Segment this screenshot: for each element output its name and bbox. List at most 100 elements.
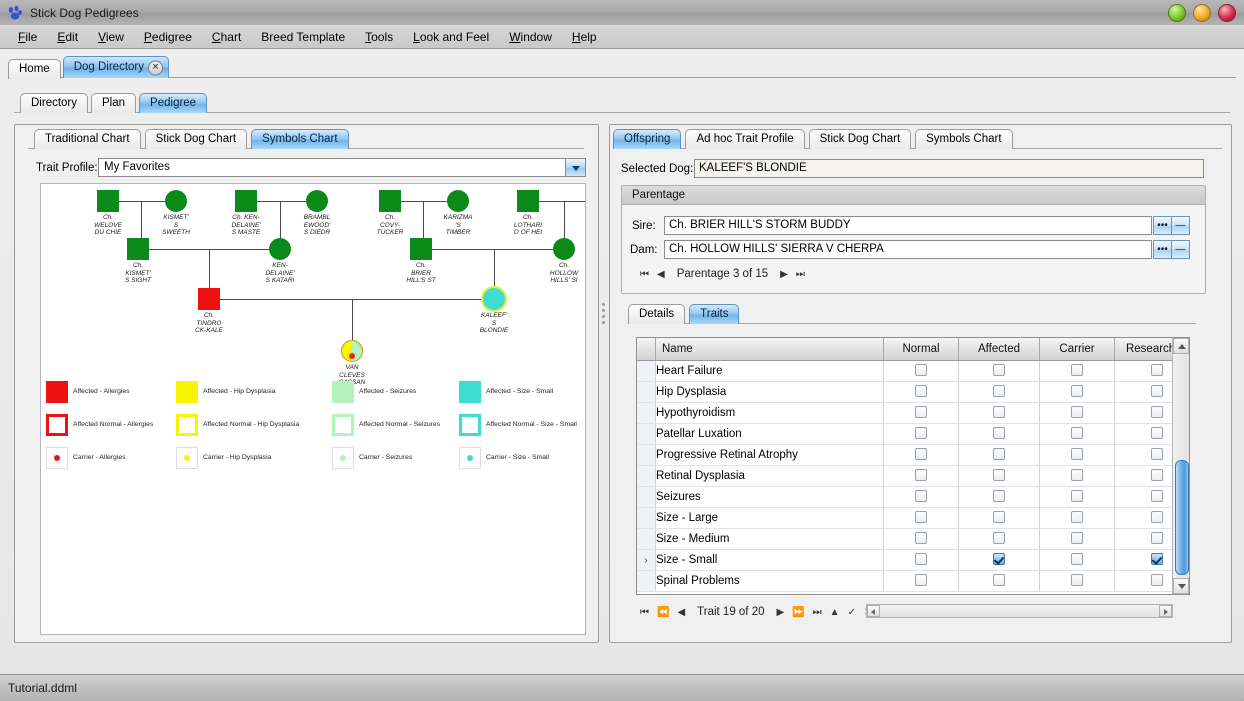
checkbox-researched[interactable] — [1151, 448, 1163, 460]
trait-carrier-cell[interactable] — [1040, 571, 1115, 592]
pedigree-node-n12[interactable] — [553, 238, 575, 260]
row-selector[interactable]: › — [637, 550, 656, 571]
trait-name-cell[interactable]: Size - Small — [656, 550, 884, 571]
row-selector[interactable] — [637, 487, 656, 508]
trait-normal-cell[interactable] — [884, 571, 959, 592]
window-tab-home[interactable]: Home — [8, 59, 61, 79]
close-button[interactable] — [1218, 4, 1236, 22]
parentage-first-button[interactable]: ⏮ — [636, 269, 653, 280]
checkbox-normal[interactable] — [915, 532, 927, 544]
checkbox-researched[interactable] — [1151, 553, 1163, 565]
column-header-affected[interactable]: Affected — [959, 338, 1040, 361]
trait-affected-cell[interactable] — [959, 550, 1040, 571]
tab-ad-hoc-trait-profile[interactable]: Ad hoc Trait Profile — [685, 129, 804, 149]
checkbox-affected[interactable] — [993, 448, 1005, 460]
trait-carrier-cell[interactable] — [1040, 508, 1115, 529]
checkbox-carrier[interactable] — [1071, 364, 1083, 376]
row-selector[interactable] — [637, 382, 656, 403]
trait-name-cell[interactable]: Progressive Retinal Atrophy — [656, 445, 884, 466]
close-icon[interactable]: ✕ — [148, 60, 163, 75]
trait-normal-cell[interactable] — [884, 487, 959, 508]
checkbox-affected[interactable] — [993, 574, 1005, 586]
checkbox-researched[interactable] — [1151, 406, 1163, 418]
column-header-name[interactable]: Name — [656, 338, 884, 361]
trait-name-cell[interactable]: Heart Failure — [656, 361, 884, 382]
tab-pedigree[interactable]: Pedigree — [139, 93, 207, 113]
tab-details[interactable]: Details — [628, 304, 685, 324]
selected-dog-field[interactable]: KALEEF'S BLONDIE — [694, 159, 1204, 178]
column-header-carrier[interactable]: Carrier — [1040, 338, 1115, 361]
checkbox-researched[interactable] — [1151, 469, 1163, 481]
trait-carrier-cell[interactable] — [1040, 403, 1115, 424]
trait-name-cell[interactable]: Retinal Dysplasia — [656, 466, 884, 487]
pedigree-node-n3[interactable] — [127, 238, 149, 260]
menu-file[interactable]: File — [8, 27, 47, 47]
checkbox-carrier[interactable] — [1071, 427, 1083, 439]
trait-insert-button[interactable]: ▲ — [826, 607, 844, 618]
trait-affected-cell[interactable] — [959, 529, 1040, 550]
pedigree-node-n5[interactable] — [306, 190, 328, 212]
checkbox-affected[interactable] — [993, 385, 1005, 397]
checkbox-normal[interactable] — [915, 553, 927, 565]
trait-last-button[interactable]: ⏭ — [809, 607, 826, 618]
menu-breed-template[interactable]: Breed Template — [251, 27, 355, 47]
trait-carrier-cell[interactable] — [1040, 424, 1115, 445]
checkbox-carrier[interactable] — [1071, 406, 1083, 418]
table-row[interactable]: Patellar Luxation — [637, 424, 1190, 445]
trait-carrier-cell[interactable] — [1040, 466, 1115, 487]
trait-name-cell[interactable]: Size - Medium — [656, 529, 884, 550]
trait-name-cell[interactable]: Seizures — [656, 487, 884, 508]
trait-name-cell[interactable]: Hypothyroidism — [656, 403, 884, 424]
checkbox-researched[interactable] — [1151, 490, 1163, 502]
trait-affected-cell[interactable] — [959, 445, 1040, 466]
trait-normal-cell[interactable] — [884, 361, 959, 382]
parentage-next-button[interactable]: ▶ — [776, 269, 792, 280]
checkbox-normal[interactable] — [915, 574, 927, 586]
pedigree-node-n4[interactable] — [235, 190, 257, 212]
trait-name-cell[interactable]: Hip Dysplasia — [656, 382, 884, 403]
checkbox-normal[interactable] — [915, 385, 927, 397]
sire-remove-button[interactable]: — — [1171, 216, 1190, 235]
checkbox-carrier[interactable] — [1071, 553, 1083, 565]
table-row[interactable]: Size - Large — [637, 508, 1190, 529]
minimize-button[interactable] — [1168, 4, 1186, 22]
tab-offspring[interactable]: Offspring — [613, 129, 681, 149]
table-row[interactable]: Hypothyroidism — [637, 403, 1190, 424]
checkbox-normal[interactable] — [915, 406, 927, 418]
traits-horizontal-scrollbar[interactable] — [866, 604, 1173, 618]
checkbox-researched[interactable] — [1151, 511, 1163, 523]
checkbox-affected[interactable] — [993, 490, 1005, 502]
dam-remove-button[interactable]: — — [1171, 240, 1190, 259]
trait-normal-cell[interactable] — [884, 382, 959, 403]
pedigree-node-n8[interactable] — [447, 190, 469, 212]
parentage-last-button[interactable]: ⏭ — [792, 269, 809, 280]
menu-chart[interactable]: Chart — [202, 27, 251, 47]
checkbox-normal[interactable] — [915, 490, 927, 502]
table-row[interactable]: Seizures — [637, 487, 1190, 508]
trait-carrier-cell[interactable] — [1040, 487, 1115, 508]
trait-affected-cell[interactable] — [959, 382, 1040, 403]
dam-field[interactable]: Ch. HOLLOW HILLS' SIERRA V CHERPA — [664, 240, 1152, 259]
table-row[interactable]: ›Size - Small — [637, 550, 1190, 571]
window-tab-dog-directory[interactable]: Dog Directory ✕ — [63, 56, 169, 78]
checkbox-researched[interactable] — [1151, 385, 1163, 397]
row-selector[interactable] — [637, 424, 656, 445]
trait-carrier-cell[interactable] — [1040, 445, 1115, 466]
pedigree-node-n13[interactable] — [198, 288, 220, 310]
pedigree-node-n9[interactable] — [410, 238, 432, 260]
trait-carrier-cell[interactable] — [1040, 361, 1115, 382]
scrollbar-thumb[interactable] — [1175, 460, 1189, 575]
trait-carrier-cell[interactable] — [1040, 382, 1115, 403]
row-selector[interactable] — [637, 361, 656, 382]
row-selector[interactable] — [637, 466, 656, 487]
tab-symbols-chart-right[interactable]: Symbols Chart — [915, 129, 1012, 149]
tab-plan[interactable]: Plan — [91, 93, 136, 113]
checkbox-affected[interactable] — [993, 553, 1005, 565]
checkbox-affected[interactable] — [993, 511, 1005, 523]
trait-carrier-cell[interactable] — [1040, 529, 1115, 550]
trait-name-cell[interactable]: Patellar Luxation — [656, 424, 884, 445]
trait-normal-cell[interactable] — [884, 466, 959, 487]
row-selector[interactable] — [637, 403, 656, 424]
table-row[interactable]: Heart Failure — [637, 361, 1190, 382]
row-selector[interactable] — [637, 445, 656, 466]
